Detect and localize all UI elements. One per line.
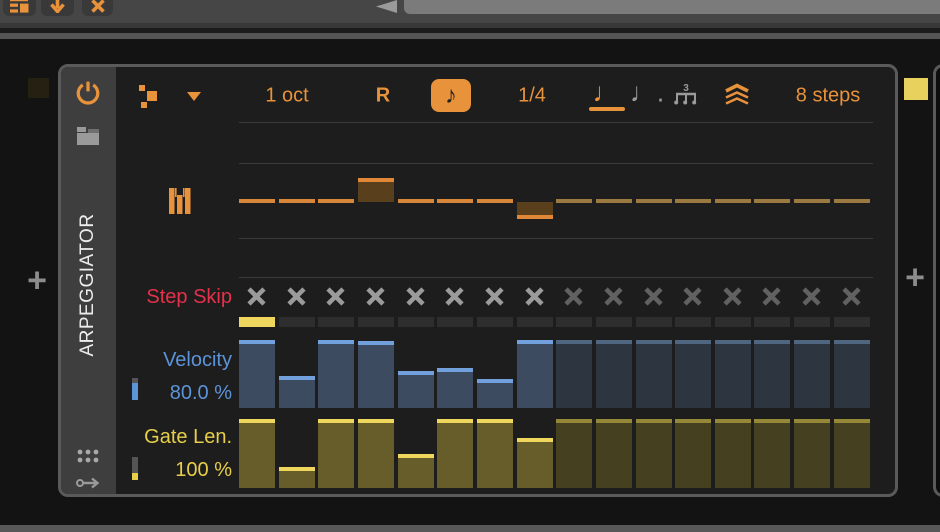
- gate-bar-2[interactable]: [279, 467, 315, 488]
- gate-bar-14[interactable]: [754, 419, 790, 488]
- gate-bar-6[interactable]: [437, 419, 473, 488]
- device-color-swatch-right[interactable]: [904, 78, 928, 100]
- bottom-scrollbar[interactable]: [0, 525, 940, 532]
- gate-bar-7[interactable]: [477, 419, 513, 488]
- detail-view-button[interactable]: [3, 0, 36, 16]
- next-device-edge[interactable]: [933, 64, 940, 497]
- gate-bar-1[interactable]: [239, 419, 275, 488]
- gate-bar-row: [61, 67, 895, 494]
- list-detail-icon: [10, 0, 29, 13]
- screen: + + ARPEGGIATOR: [0, 0, 940, 532]
- gate-bar-15[interactable]: [794, 419, 830, 488]
- collapse-triangle-icon[interactable]: [374, 0, 398, 13]
- down-arrow-icon: [50, 0, 65, 13]
- gate-bar-16[interactable]: [834, 419, 870, 488]
- gate-bar-8[interactable]: [517, 438, 553, 488]
- minimize-button[interactable]: [41, 0, 74, 16]
- device-color-swatch-left[interactable]: [28, 78, 49, 98]
- gate-bar-5[interactable]: [398, 454, 434, 488]
- close-button[interactable]: [82, 0, 113, 16]
- track-strip: [0, 33, 940, 39]
- floating-panel-header[interactable]: [404, 0, 940, 14]
- gate-bar-9[interactable]: [556, 419, 592, 488]
- gate-bar-11[interactable]: [636, 419, 672, 488]
- arpeggiator-device-panel: ARPEGGIATOR 1 oct R ♪ 1/4 ♩ ♩. 3: [58, 64, 898, 497]
- gate-bar-12[interactable]: [675, 419, 711, 488]
- add-device-button-left[interactable]: +: [27, 262, 47, 301]
- gate-bar-4[interactable]: [358, 419, 394, 488]
- gate-bar-13[interactable]: [715, 419, 751, 488]
- gate-bar-3[interactable]: [318, 419, 354, 488]
- add-device-button-right[interactable]: +: [905, 259, 925, 298]
- close-icon: [91, 0, 105, 13]
- gate-bar-10[interactable]: [596, 419, 632, 488]
